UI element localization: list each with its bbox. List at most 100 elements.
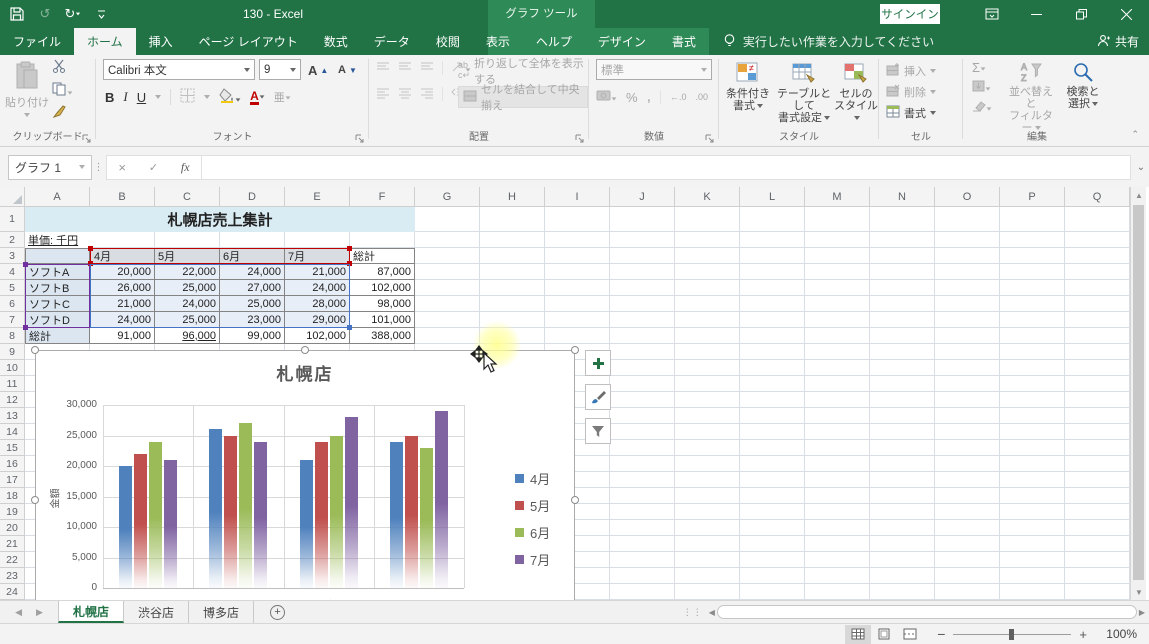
vertical-scrollbar[interactable]: ▲ ▼ xyxy=(1130,187,1146,600)
row-header-19[interactable]: 19 xyxy=(0,504,25,520)
vertical-scroll-thumb[interactable] xyxy=(1133,205,1144,580)
cell-total-label[interactable]: 総計 xyxy=(25,328,90,344)
row-header-10[interactable]: 10 xyxy=(0,360,25,376)
zoom-percentage[interactable]: 100% xyxy=(1097,627,1137,641)
column-header-F[interactable]: F xyxy=(350,187,415,207)
tab-review[interactable]: 校閲 xyxy=(423,28,473,55)
formula-input[interactable] xyxy=(202,155,1131,180)
number-format-combo[interactable]: 標準 xyxy=(596,59,712,80)
cell-value[interactable]: 28,000 xyxy=(285,296,350,312)
redo-icon[interactable]: ↻ xyxy=(64,5,82,23)
tab-insert[interactable]: 挿入 xyxy=(136,28,186,55)
zoom-in-icon[interactable]: + xyxy=(1079,627,1087,642)
cell-grand-total[interactable]: 388,000 xyxy=(350,328,415,344)
column-header-P[interactable]: P xyxy=(1000,187,1065,207)
align-center-icon[interactable] xyxy=(398,87,412,102)
chart-bar-4月-ソフトC[interactable] xyxy=(300,460,313,588)
row-header-24[interactable]: 24 xyxy=(0,584,25,600)
legend-item-4月[interactable]: 4月 xyxy=(515,469,550,488)
tell-me-box[interactable]: 実行したい作業を入力してください xyxy=(723,28,934,55)
chart-bar-6月-ソフトC[interactable] xyxy=(330,436,343,589)
row-header-13[interactable]: 13 xyxy=(0,408,25,424)
align-left-icon[interactable] xyxy=(376,87,390,102)
chart-bar-5月-ソフトC[interactable] xyxy=(315,442,328,588)
sheet-nav-left-icon[interactable]: ◀ xyxy=(15,607,22,618)
chart-styles-button[interactable] xyxy=(585,384,611,410)
decrease-decimal-icon[interactable]: .00 xyxy=(696,92,709,102)
cell-value[interactable]: 22,000 xyxy=(155,264,220,280)
chart-object[interactable]: 札幌店 金額 05,00010,00015,00020,00025,00030,… xyxy=(35,350,575,600)
chart-bar-4月-ソフトB[interactable] xyxy=(209,429,222,588)
conditional-formatting-button[interactable]: ≠ 条件付き書式 xyxy=(722,55,774,112)
cell-row-total[interactable]: 101,000 xyxy=(350,312,415,328)
chart-bar-7月-ソフトC[interactable] xyxy=(345,417,358,588)
number-dialog-launcher-icon[interactable] xyxy=(705,133,715,143)
sheet-nav-right-icon[interactable]: ▶ xyxy=(36,607,43,618)
align-bottom-icon[interactable] xyxy=(420,61,434,76)
sheet-tab-札幌店[interactable]: 札幌店 xyxy=(58,601,124,623)
row-header-20[interactable]: 20 xyxy=(0,520,25,536)
restore-icon[interactable] xyxy=(1059,0,1104,28)
underline-button[interactable]: U xyxy=(137,90,146,105)
tab-formulas[interactable]: 数式 xyxy=(311,28,361,55)
underline-dropdown-icon[interactable] xyxy=(155,95,161,99)
cell-value[interactable]: 24,000 xyxy=(220,264,285,280)
cell-series-name[interactable]: ソフトD xyxy=(25,312,90,328)
sheet-tab-渋谷店[interactable]: 渋谷店 xyxy=(124,601,189,623)
chart-bar-7月-ソフトA[interactable] xyxy=(164,460,177,588)
cell-column-total[interactable]: 96,000 xyxy=(155,328,220,344)
row-header-6[interactable]: 6 xyxy=(0,296,25,312)
alignment-dialog-launcher-icon[interactable] xyxy=(575,133,585,143)
chart-selection-handle[interactable] xyxy=(571,496,579,504)
tab-help[interactable]: ヘルプ xyxy=(523,28,585,55)
column-header-I[interactable]: I xyxy=(545,187,610,207)
chart-bar-5月-ソフトD[interactable] xyxy=(405,436,418,589)
grow-font-button[interactable]: A▲ xyxy=(305,59,331,81)
clear-button[interactable] xyxy=(972,100,992,115)
tab-file[interactable]: ファイル xyxy=(0,28,74,55)
merge-center-button[interactable]: セルを結合して中央揃え xyxy=(458,86,588,108)
chart-bar-5月-ソフトA[interactable] xyxy=(134,454,147,588)
format-painter-icon[interactable] xyxy=(52,105,73,122)
chart-selection-handle[interactable] xyxy=(31,496,39,504)
chart-elements-button[interactable] xyxy=(585,350,611,376)
sign-in-button[interactable]: サインイン xyxy=(880,4,940,24)
find-select-button[interactable]: 検索と選択 xyxy=(1060,55,1106,110)
customize-qat-icon[interactable] xyxy=(92,5,110,23)
cell-value[interactable]: 25,000 xyxy=(155,312,220,328)
cell-value[interactable]: 24,000 xyxy=(155,296,220,312)
select-all-corner[interactable] xyxy=(0,187,25,207)
insert-cells-button[interactable]: 挿入 xyxy=(886,60,936,81)
legend-item-7月[interactable]: 7月 xyxy=(515,550,550,569)
row-header-3[interactable]: 3 xyxy=(0,248,25,264)
zoom-slider-thumb[interactable] xyxy=(1009,629,1014,640)
cell-series-name[interactable]: ソフトA xyxy=(25,264,90,280)
chart-bar-4月-ソフトD[interactable] xyxy=(390,442,403,588)
row-header-16[interactable]: 16 xyxy=(0,456,25,472)
chart-bar-7月-ソフトB[interactable] xyxy=(254,442,267,588)
tab-data[interactable]: データ xyxy=(361,28,423,55)
cell-value[interactable]: 20,000 xyxy=(90,264,155,280)
zoom-slider[interactable] xyxy=(953,634,1071,635)
copy-icon[interactable] xyxy=(52,82,73,99)
cell-value[interactable]: 24,000 xyxy=(285,280,350,296)
row-header-23[interactable]: 23 xyxy=(0,568,25,584)
cell-month-header[interactable]: 5月 xyxy=(155,248,220,264)
borders-dropdown-icon[interactable] xyxy=(204,95,210,99)
row-header-21[interactable]: 21 xyxy=(0,536,25,552)
align-right-icon[interactable] xyxy=(420,87,434,102)
cell-month-header[interactable]: 7月 xyxy=(285,248,350,264)
column-header-A[interactable]: A xyxy=(25,187,90,207)
expand-formula-bar-icon[interactable]: ⌄ xyxy=(1133,162,1149,173)
row-header-15[interactable]: 15 xyxy=(0,440,25,456)
horizontal-scrollbar[interactable]: ⋮⋮ ◀ ▶ xyxy=(683,604,1145,620)
formula-bar-splitter[interactable]: ⋮ xyxy=(92,162,106,173)
tab-page-layout[interactable]: ページ レイアウト xyxy=(186,28,311,55)
cancel-icon[interactable]: × xyxy=(118,160,126,175)
autosum-button[interactable]: Σ xyxy=(972,60,992,75)
paste-dropdown-icon[interactable] xyxy=(24,113,30,117)
row-header-1[interactable]: 1 xyxy=(0,207,25,232)
row-header-2[interactable]: 2 xyxy=(0,232,25,248)
row-header-18[interactable]: 18 xyxy=(0,488,25,504)
font-dialog-launcher-icon[interactable] xyxy=(355,133,365,143)
